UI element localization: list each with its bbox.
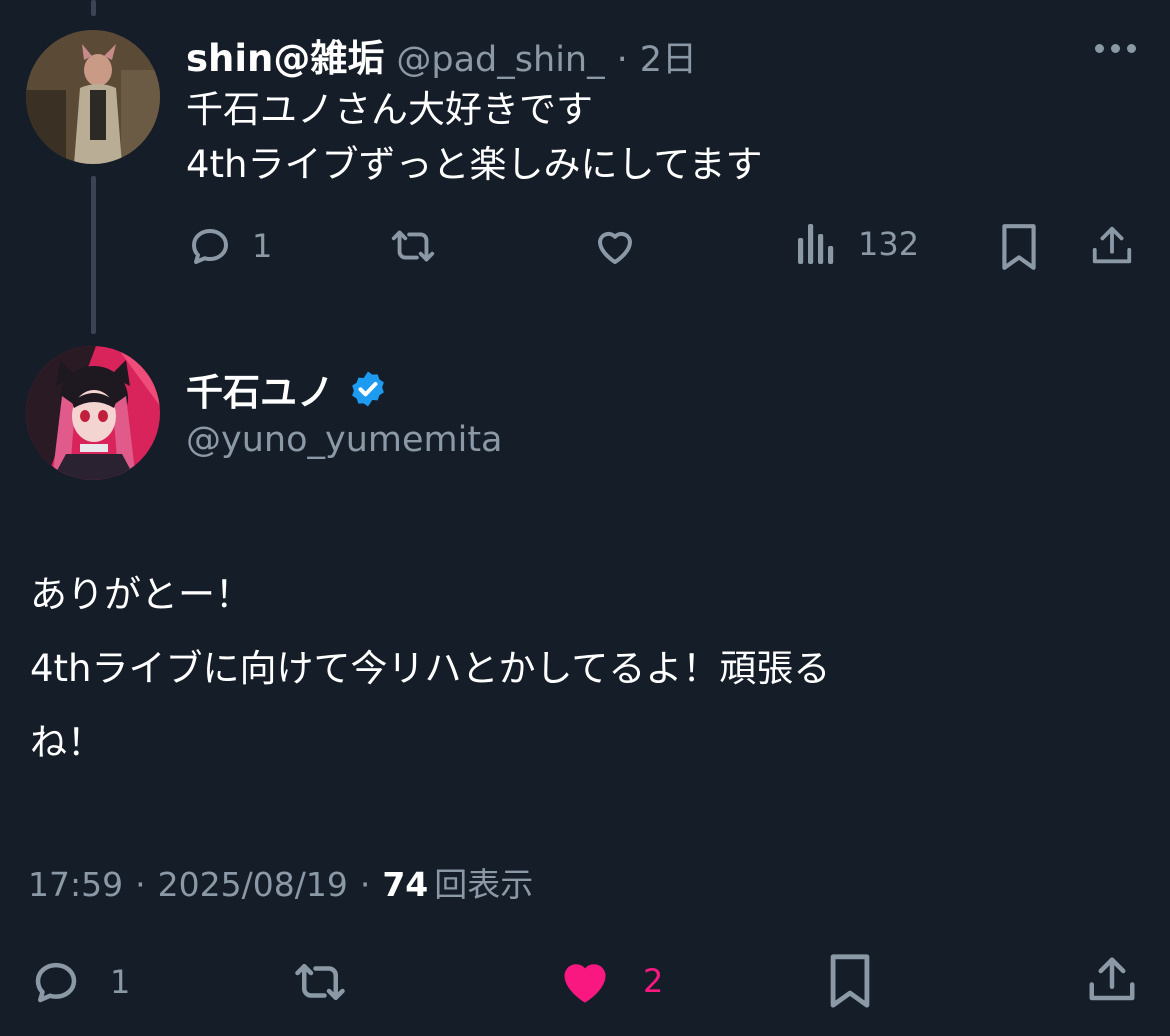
reply-text-line: 4thライブずっと楽しみにしてます [186,143,763,186]
reply-icon [192,229,228,264]
views-number: 74 [382,865,429,904]
timestamp[interactable]: 2日 [640,31,697,82]
reply-button[interactable]: 1 [186,222,272,270]
retweet-button[interactable] [289,955,369,1009]
avatar[interactable] [26,346,160,480]
reply-button[interactable]: 1 [28,955,130,1009]
avatar[interactable] [26,30,160,164]
bookmark-button[interactable] [825,952,875,1010]
handle[interactable]: @pad_shin_ [396,40,604,80]
heart-icon [598,231,632,264]
author-header: 千石ユノ [186,362,388,416]
display-name[interactable]: 千石ユノ [186,362,334,416]
retweet-icon [391,230,435,262]
views-button[interactable]: 132 [796,222,919,266]
handle[interactable]: @yuno_yumemita [186,420,503,460]
share-icon [1092,226,1132,264]
views-label: 回表示 [434,865,534,904]
separator-dot: · [359,865,371,904]
thread-line [91,176,96,334]
separator-dot: · [135,865,146,904]
views-count: 132 [858,225,920,263]
tweet-time[interactable]: 17:59 [28,865,123,904]
reply-text: 千石ユノさん大好きです 4thライブずっと楽しみにしてます [186,82,763,192]
like-count: 2 [643,962,664,1000]
bookmark-button[interactable] [998,222,1040,272]
share-button[interactable] [1089,222,1135,270]
tweet-date[interactable]: 2025/08/19 [158,865,348,904]
views-icon [798,224,834,264]
more-icon[interactable] [1095,44,1136,53]
tweet-text-line: ありがとー！ [30,573,252,616]
like-button[interactable] [591,222,657,270]
heart-filled-icon [564,964,606,1003]
reply-count: 1 [252,227,273,265]
share-button[interactable] [1085,952,1139,1008]
verified-badge-icon [352,371,384,407]
reply-text-line: 千石ユノさん大好きです [186,88,593,131]
separator-dot: · [616,40,628,80]
share-icon [1089,957,1135,1001]
tweet-text-line: 4thライブに向けて今リハとかしてるよ！頑張る [30,647,831,690]
reply-header: shin@雑垢 @pad_shin_ · 2日 [186,28,697,82]
retweet-icon [295,964,345,1000]
display-name[interactable]: shin@雑垢 [186,28,384,82]
tweet-text-line: ね！ [30,721,104,764]
bookmark-icon [830,954,870,1008]
views-count[interactable]: 74 回表示 [382,858,533,906]
retweet-button[interactable] [388,222,456,270]
bookmark-icon [1002,224,1036,270]
thread-line-top [91,0,96,16]
tweet-text: ありがとー！ 4thライブに向けて今リハとかしてるよ！頑張る ね！ [30,558,830,780]
tweet-meta: 17:59 · 2025/08/19 · 74 回表示 [28,858,533,906]
reply-count: 1 [110,963,131,1001]
like-button[interactable]: 2 [555,952,663,1010]
reply-icon [35,962,77,1003]
